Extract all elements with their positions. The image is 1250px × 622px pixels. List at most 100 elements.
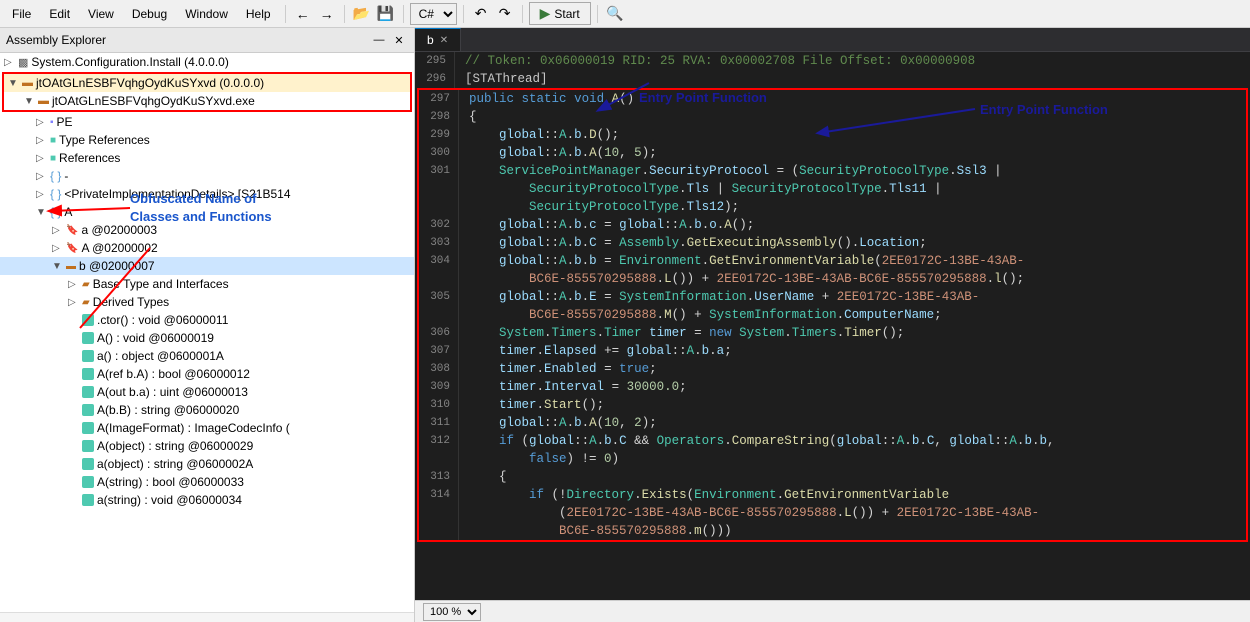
- tree-toggle-typerefs[interactable]: ▷: [36, 135, 50, 146]
- code-line-313: 313 {: [419, 468, 1246, 486]
- tree-label-derived: Derived Types: [93, 295, 169, 309]
- tree-toggle-exe[interactable]: ▼: [24, 96, 38, 107]
- tree-item-ctor[interactable]: .ctor() : void @06000011: [0, 311, 414, 329]
- tree-label-root: System.Configuration.Install (4.0.0.0): [31, 55, 228, 69]
- tree-item-A02000002[interactable]: ▷ 🔖 A @02000002: [0, 239, 414, 257]
- tree-item-derived[interactable]: ▷ ▰ Derived Types: [0, 293, 414, 311]
- code-line-312a: 312 if (global::A.b.C && Operators.Compa…: [419, 432, 1246, 450]
- search-button[interactable]: 🔍: [604, 3, 626, 25]
- tree-item-root[interactable]: ▷ ▩ System.Configuration.Install (4.0.0.…: [0, 53, 414, 71]
- tree-label-Astringbool: A(string) : bool @06000033: [97, 475, 244, 489]
- menu-help[interactable]: Help: [238, 5, 279, 23]
- menu-file[interactable]: File: [4, 5, 39, 23]
- tree-toggle-a02[interactable]: ▷: [52, 225, 66, 236]
- tree-toggle-classA[interactable]: ▼: [36, 207, 50, 218]
- toolbar-divider-3: [403, 5, 404, 23]
- tree-item-Avoid[interactable]: A() : void @06000019: [0, 329, 414, 347]
- code-line-302: 302 global::A.b.c = global::A.b.o.A();: [419, 216, 1246, 234]
- code-content-301b: SecurityProtocolType.Tls | SecurityProto…: [459, 180, 1246, 198]
- panel-pin-button[interactable]: —: [370, 31, 388, 49]
- tree-item-Aobjectstr[interactable]: A(object) : string @06000029: [0, 437, 414, 455]
- start-button[interactable]: ▶ Start: [529, 2, 591, 25]
- nav-back-button[interactable]: ←: [292, 3, 314, 25]
- tree-toggle-root[interactable]: ▷: [4, 57, 18, 68]
- toolbar-divider-1: [285, 5, 286, 23]
- tree-label-Aobjectstr: A(object) : string @06000029: [97, 439, 253, 453]
- redo-button[interactable]: ↷: [494, 3, 516, 25]
- tree-item-typerefs[interactable]: ▷ ■ Type References: [0, 131, 414, 149]
- menu-edit[interactable]: Edit: [41, 5, 78, 23]
- tree-label-privateimpl: <PrivateImplementationDetails> [S21B514: [64, 187, 290, 201]
- save-button[interactable]: 💾: [375, 3, 397, 25]
- tree-area[interactable]: ▷ ▩ System.Configuration.Install (4.0.0.…: [0, 53, 414, 612]
- menu-debug[interactable]: Debug: [124, 5, 175, 23]
- tree-item-basetype[interactable]: ▷ ▰ Base Type and Interfaces: [0, 275, 414, 293]
- code-content-307: timer.Elapsed += global::A.b.a;: [459, 342, 1246, 360]
- code-content-305b: BC6E-855570295888.M() + SystemInformatio…: [459, 306, 1246, 324]
- tree-item-pe[interactable]: ▷ ▪ PE: [0, 113, 414, 131]
- tree-label-astringvoid: a(string) : void @06000034: [97, 493, 242, 507]
- tree-item-a02000003[interactable]: ▷ 🔖 a @02000003: [0, 221, 414, 239]
- tree-item-b02000007[interactable]: ▼ ▬ b @02000007: [0, 257, 414, 275]
- line-num-307: 307: [419, 342, 459, 360]
- tree-toggle-basetype[interactable]: ▷: [68, 279, 82, 290]
- tree-toggle-empty1[interactable]: ▷: [36, 171, 50, 182]
- nav-forward-button[interactable]: →: [316, 3, 338, 25]
- tree-item-outba[interactable]: A(out b.a) : uint @06000013: [0, 383, 414, 401]
- open-button[interactable]: 📂: [351, 3, 373, 25]
- tree-toggle-A02[interactable]: ▷: [52, 243, 66, 254]
- zoom-selector[interactable]: 100 % 75 % 150 %: [423, 603, 481, 621]
- code-line-307: 307 timer.Elapsed += global::A.b.a;: [419, 342, 1246, 360]
- code-content-301a: ServicePointManager.SecurityProtocol = (…: [459, 162, 1246, 180]
- tree-item-privateimpl[interactable]: ▷ { } <PrivateImplementationDetails> [S2…: [0, 185, 414, 203]
- tree-item-aobjectstr[interactable]: a(object) : string @0600002A: [0, 455, 414, 473]
- code-content-302: global::A.b.c = global::A.b.o.A();: [459, 216, 1246, 234]
- menu-window[interactable]: Window: [177, 5, 236, 23]
- tree-label-pe: PE: [57, 115, 73, 129]
- line-num-297: 297: [419, 90, 459, 108]
- code-content-314a: if (!Directory.Exists(Environment.GetEnv…: [459, 486, 1246, 504]
- code-content-314c: BC6E-855570295888.m())): [459, 522, 1246, 540]
- line-num-312b: [419, 450, 459, 468]
- tree-label-exe: jtOAtGLnESBFVqhgOydKuSYxvd.exe: [52, 94, 255, 108]
- tree-toggle-derived[interactable]: ▷: [68, 297, 82, 308]
- menu-bar: File Edit View Debug Window Help ← → 📂 💾…: [0, 0, 1250, 28]
- panel-header-buttons: — ✕: [370, 31, 408, 49]
- code-content-297: public static void A(): [459, 90, 1246, 108]
- horizontal-scrollbar[interactable]: [0, 612, 414, 622]
- tree-label-typerefs: Type References: [59, 133, 150, 147]
- tree-item-highlighted[interactable]: ▼ ▬ jtOAtGLnESBFVqhgOydKuSYxvd (0.0.0.0): [4, 74, 410, 92]
- code-line-310: 310 timer.Start();: [419, 396, 1246, 414]
- tab-b[interactable]: b ✕: [415, 28, 461, 51]
- tree-item-refbA[interactable]: A(ref b.A) : bool @06000012: [0, 365, 414, 383]
- tree-item-Astringbool[interactable]: A(string) : bool @06000033: [0, 473, 414, 491]
- tree-item-classA[interactable]: ▼ { } A: [0, 203, 414, 221]
- code-content-309: timer.Interval = 30000.0;: [459, 378, 1246, 396]
- code-line-303: 303 global::A.b.C = Assembly.GetExecutin…: [419, 234, 1246, 252]
- panel-close-button[interactable]: ✕: [390, 31, 408, 49]
- tree-item-exe[interactable]: ▼ ▬ jtOAtGLnESBFVqhgOydKuSYxvd.exe: [4, 92, 410, 110]
- code-area[interactable]: 295 // Token: 0x06000019 RID: 25 RVA: 0x…: [415, 52, 1250, 542]
- tree-label-aobjectstr: a(object) : string @0600002A: [97, 457, 253, 471]
- language-selector[interactable]: C# VB IL: [410, 3, 457, 25]
- tab-b-label: b: [427, 33, 434, 47]
- toolbar-divider-2: [344, 5, 345, 23]
- tree-toggle-references[interactable]: ▷: [36, 153, 50, 164]
- tree-toggle-pe[interactable]: ▷: [36, 117, 50, 128]
- tree-item-AbB[interactable]: A(b.B) : string @06000020: [0, 401, 414, 419]
- code-content-310: timer.Start();: [459, 396, 1246, 414]
- tree-toggle-privateimpl[interactable]: ▷: [36, 189, 50, 200]
- tree-item-Aimageformat[interactable]: A(ImageFormat) : ImageCodecInfo (: [0, 419, 414, 437]
- tree-toggle-highlighted[interactable]: ▼: [8, 78, 22, 89]
- tree-item-astringvoid[interactable]: a(string) : void @06000034: [0, 491, 414, 509]
- code-content-312b: false) != 0): [459, 450, 1246, 468]
- tree-item-aobject[interactable]: a() : object @0600001A: [0, 347, 414, 365]
- tree-toggle-b02[interactable]: ▼: [52, 261, 66, 272]
- line-num-305a: 305: [419, 288, 459, 306]
- menu-view[interactable]: View: [80, 5, 122, 23]
- toolbar-divider-4: [463, 5, 464, 23]
- tab-b-close[interactable]: ✕: [440, 35, 448, 46]
- undo-button[interactable]: ↶: [470, 3, 492, 25]
- tree-item-empty1[interactable]: ▷ { } -: [0, 167, 414, 185]
- tree-item-references[interactable]: ▷ ■ References: [0, 149, 414, 167]
